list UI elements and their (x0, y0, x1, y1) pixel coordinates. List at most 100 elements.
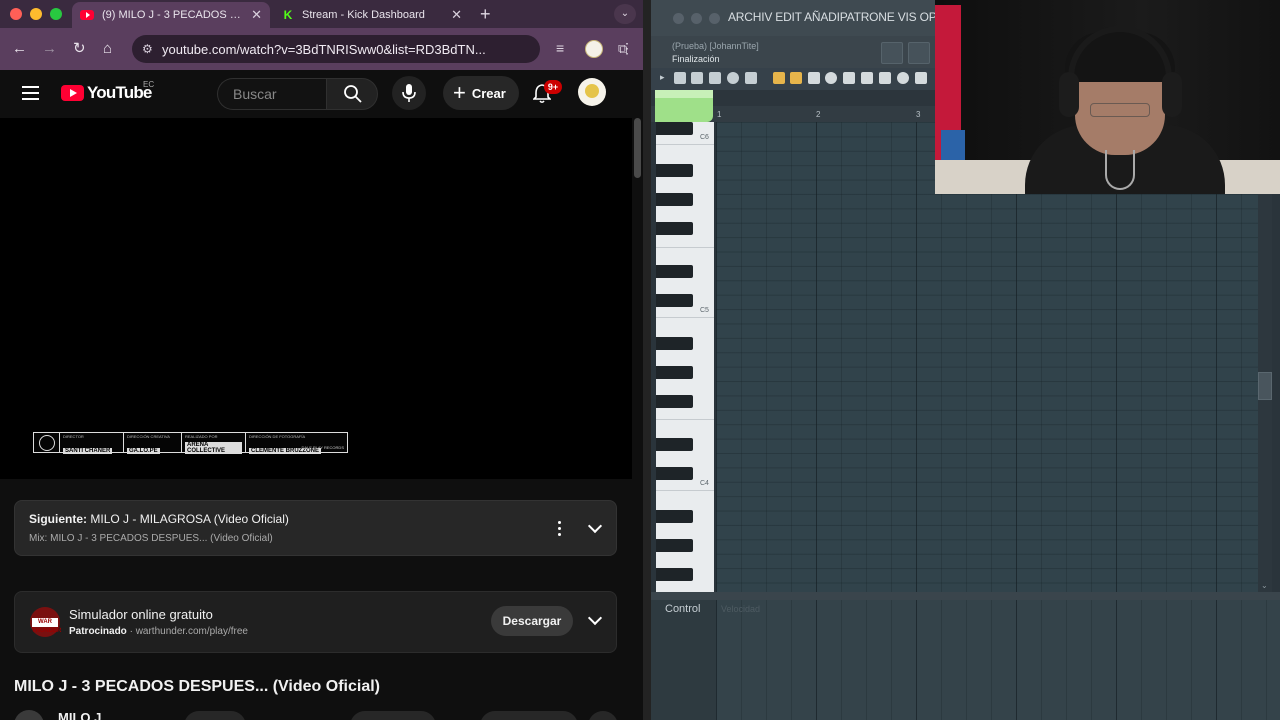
share-button[interactable] (480, 711, 578, 720)
undo-icon[interactable] (745, 72, 757, 84)
reload-icon[interactable]: ↻ (73, 40, 86, 58)
speaker-icon[interactable] (843, 72, 855, 84)
wrench-icon[interactable] (674, 72, 686, 84)
fl-piano-roll-icon[interactable] (881, 42, 903, 64)
kebab-menu-icon[interactable]: ⋮ (620, 40, 634, 57)
home-icon[interactable]: ⌂ (103, 40, 112, 58)
page-scrollbar[interactable] (632, 118, 643, 720)
subscribe-button[interactable] (184, 711, 246, 720)
black-key[interactable] (656, 294, 693, 307)
youtube-logo[interactable]: YouTube (61, 83, 152, 103)
back-arrow-icon[interactable]: ← (12, 40, 27, 58)
youtube-logo-text: YouTube (87, 83, 152, 102)
black-key[interactable] (656, 568, 693, 581)
credit-role: Director (63, 434, 84, 439)
more-actions-button[interactable] (588, 711, 618, 720)
more-options-icon[interactable] (558, 521, 562, 537)
like-button[interactable] (350, 711, 436, 720)
up-next-mix: Mix: MILO J - 3 PECADOS DESPUES... (Vide… (29, 533, 273, 544)
chevron-down-icon[interactable] (587, 610, 603, 626)
kick-favicon-icon: K (282, 8, 294, 22)
loop-icon[interactable] (727, 72, 739, 84)
fl-playlist-icon[interactable] (908, 42, 930, 64)
pencil-icon[interactable] (773, 72, 785, 84)
minimize-window-button[interactable] (30, 8, 42, 20)
black-key[interactable] (656, 438, 693, 451)
account-avatar[interactable] (578, 78, 606, 106)
scrollbar-thumb[interactable] (1258, 372, 1272, 400)
note-icon[interactable] (709, 72, 721, 84)
key-divider (656, 490, 714, 491)
close-tab-icon[interactable]: ✕ (451, 7, 462, 23)
octave-label: C4 (700, 480, 709, 487)
tab-title: Stream - Kick Dashboard (302, 9, 425, 21)
select-icon[interactable] (879, 72, 891, 84)
forward-arrow-icon[interactable]: → (42, 40, 57, 58)
black-key[interactable] (656, 510, 693, 523)
search-input[interactable]: Buscar (217, 78, 326, 110)
create-label: Crear (471, 85, 506, 101)
fl-close-button[interactable] (673, 13, 684, 24)
media-controls-icon[interactable]: ≡ (556, 40, 564, 56)
fl-arrow-icon[interactable]: ▸ (660, 72, 665, 83)
up-next-title: Siguiente: MILO J - MILAGROSA (Video Ofi… (29, 512, 289, 526)
credit-name: GA.LO.PE (127, 448, 160, 454)
create-button[interactable]: + Crear (443, 76, 519, 110)
tab-title: (9) MILO J - 3 PECADOS DESPUES... (Video… (102, 9, 246, 21)
zoom-icon[interactable] (897, 72, 909, 84)
site-settings-icon[interactable]: ⚙ (142, 42, 153, 56)
download-button[interactable]: Descargar (491, 606, 573, 636)
black-key[interactable] (656, 222, 693, 235)
sponsored-ad-card[interactable]: WAR THUNDER Simulador online gratuito Pa… (14, 591, 617, 653)
profile-avatar-icon[interactable] (585, 40, 603, 58)
black-key[interactable] (656, 122, 693, 135)
scrollbar-thumb[interactable] (634, 118, 641, 178)
credit-produced-by: Realizado por ARENA COLLECTIVE (182, 433, 246, 454)
chevron-down-icon[interactable] (587, 518, 603, 534)
chevron-down-icon[interactable]: ⌄ (614, 4, 636, 24)
new-tab-icon[interactable]: + (480, 4, 491, 25)
black-key[interactable] (656, 164, 693, 177)
webcam-necklace (1105, 150, 1135, 190)
ad-title: Simulador online gratuito (69, 607, 213, 622)
delete-icon[interactable] (808, 72, 820, 84)
tab-youtube[interactable]: (9) MILO J - 3 PECADOS DESPUES... (Video… (72, 2, 270, 28)
black-key[interactable] (656, 539, 693, 552)
black-key[interactable] (656, 395, 693, 408)
black-key[interactable] (656, 265, 693, 278)
playback-icon[interactable] (915, 72, 927, 84)
black-key[interactable] (656, 366, 693, 379)
piano-keyboard[interactable]: C6 C5 C4 (656, 122, 714, 592)
address-bar[interactable]: ⚙ youtube.com/watch?v=3BdTNRISww0&list=R… (132, 35, 627, 63)
close-tab-icon[interactable]: ✕ (251, 7, 262, 23)
black-key[interactable] (656, 337, 693, 350)
credit-photography: Dirección de Fotografía CLEMENTE BRUZZON… (246, 433, 346, 454)
country-code: EC (143, 80, 155, 89)
fl-zoom-button[interactable] (709, 13, 720, 24)
video-player[interactable]: Director SANTI CHANER Dirección Creativa… (0, 118, 632, 479)
paint-icon[interactable] (790, 72, 802, 84)
channel-name[interactable]: MILO J (58, 710, 101, 720)
search-button[interactable] (326, 78, 378, 110)
fl-minimize-button[interactable] (691, 13, 702, 24)
microphone-icon (402, 84, 416, 102)
scroll-down-icon[interactable]: ⌄ (1261, 581, 1268, 590)
event-editor-panel[interactable]: Control Velocidad (651, 600, 1280, 720)
headphones-left (1059, 72, 1079, 117)
slice-icon[interactable] (861, 72, 873, 84)
fl-pattern-selector[interactable] (655, 90, 713, 122)
fl-event-splitter[interactable] (651, 592, 1280, 600)
channel-avatar[interactable] (14, 710, 44, 720)
mute-icon[interactable] (825, 72, 837, 84)
control-label[interactable]: Control (665, 603, 700, 615)
black-key[interactable] (656, 467, 693, 480)
voice-search-button[interactable] (392, 76, 426, 110)
tab-kick-dashboard[interactable]: K Stream - Kick Dashboard ✕ (274, 2, 470, 28)
close-window-button[interactable] (10, 8, 22, 20)
hamburger-menu-icon[interactable] (22, 86, 39, 100)
black-key[interactable] (656, 193, 693, 206)
zoom-window-button[interactable] (50, 8, 62, 20)
up-next-card[interactable]: Siguiente: MILO J - MILAGROSA (Video Ofi… (14, 500, 617, 556)
magnet-icon[interactable] (691, 72, 703, 84)
ad-subtitle: Patrocinado · warthunder.com/play/free (69, 626, 248, 637)
